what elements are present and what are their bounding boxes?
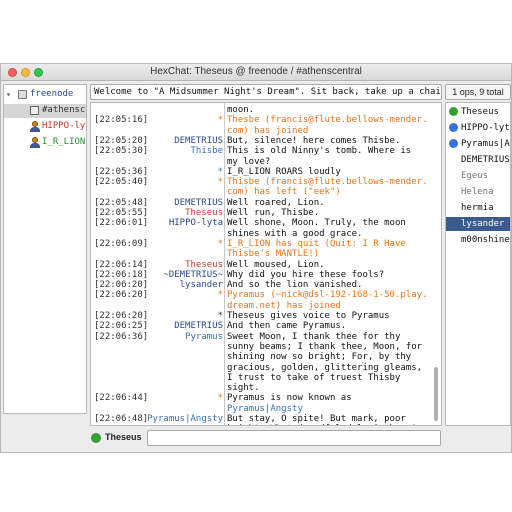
user-name: hermia (461, 203, 494, 213)
server-icon (18, 90, 27, 99)
user-name: Helena (461, 187, 494, 197)
chat-scrollbar[interactable] (432, 105, 440, 423)
user-list-item[interactable]: Pyramus|Ar (446, 137, 511, 151)
user-name: Egeus (461, 171, 489, 181)
sidebar-item[interactable]: HIPPO-lyt (4, 120, 86, 134)
user-name: DEMETRIUS (461, 155, 510, 165)
user-status-dot-icon (449, 107, 458, 116)
chat-log[interactable]: moon. [22:05:16] * Thesbe (francis@flute.be… (90, 102, 442, 426)
sidebar-item-label: freenode (30, 89, 74, 99)
channel-icon (30, 106, 39, 115)
user-status-dot-icon (449, 139, 458, 148)
user-status-dot-icon (449, 123, 458, 132)
user-count: 1 ops, 9 total (445, 84, 511, 100)
sidebar-item[interactable]: ▾ freenode (4, 88, 86, 102)
title-bar: HexChat: Theseus @ freenode / #athenscen… (1, 64, 511, 81)
channel-tree: ▾ freenode #athensce HIPPO-lyt I_R_LION (3, 84, 87, 414)
user-name: HIPPO-lyta (461, 123, 511, 133)
chat-message: knight, What dreadful dole is here! (227, 424, 417, 425)
sidebar-item[interactable]: I_R_LION (4, 136, 86, 150)
sidebar-item[interactable]: #athensce (4, 104, 86, 118)
chat-line: knight, What dreadful dole is here! (91, 424, 431, 425)
user-list-item[interactable]: Theseus (446, 105, 510, 119)
user-status-icon (91, 433, 101, 443)
sidebar-item-label: HIPPO-lyt (42, 121, 86, 131)
user-icon (30, 121, 40, 132)
user-icon (30, 137, 40, 148)
user-list-item[interactable]: HIPPO-lyta (446, 121, 511, 135)
user-list: Theseus HIPPO-lyta Pyramus|Ar DEMETRIUS Egeu… (445, 102, 511, 426)
user-list-item[interactable]: hermia (446, 201, 510, 215)
user-list-item[interactable]: lysander (446, 217, 510, 231)
scrollbar-thumb[interactable] (434, 367, 438, 421)
user-list-item[interactable]: Helena (446, 185, 510, 199)
sidebar-item-label: I_R_LION (42, 137, 86, 147)
hexchat-window: HexChat: Theseus @ freenode / #athenscen… (0, 63, 512, 453)
user-list-item[interactable]: Egeus (446, 169, 510, 183)
user-name: lysander (461, 219, 505, 229)
user-name: Theseus (461, 107, 499, 117)
nick-button[interactable]: Theseus (105, 432, 142, 442)
sidebar-item-label: #athensce (42, 105, 86, 115)
message-input[interactable] (147, 430, 441, 446)
user-list-item[interactable]: DEMETRIUS (446, 153, 510, 167)
user-list-item[interactable]: m00nshine (446, 233, 510, 247)
user-name: Pyramus|Ar (461, 139, 511, 149)
topic-field[interactable]: Welcome to "A Midsummer Night's Dream". … (90, 84, 442, 100)
window-title: HexChat: Theseus @ freenode / #athenscen… (150, 66, 362, 77)
user-name: m00nshine (461, 235, 510, 245)
expander-icon[interactable]: ▾ (6, 90, 11, 99)
